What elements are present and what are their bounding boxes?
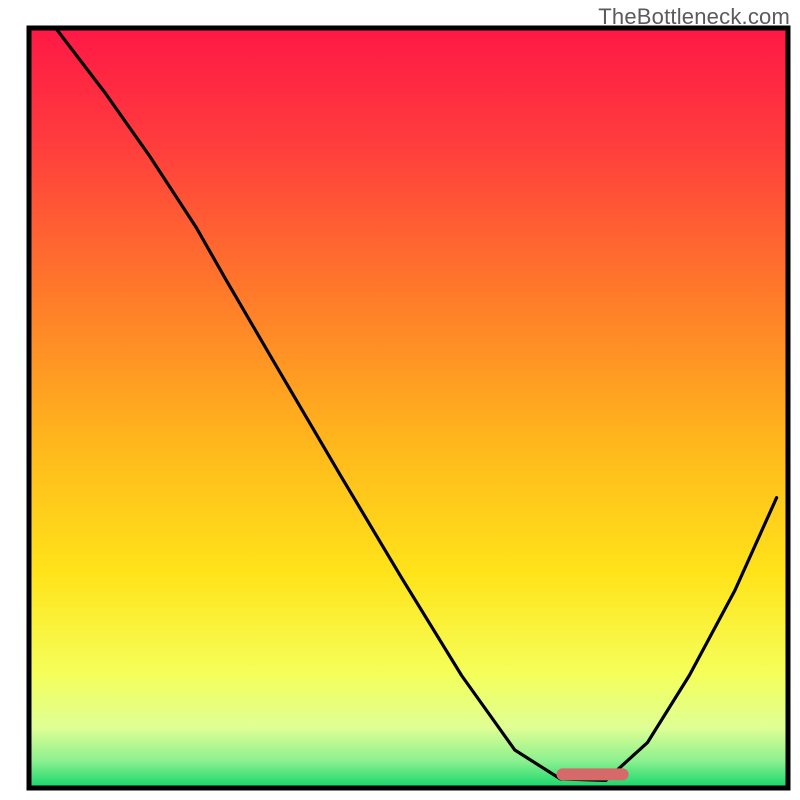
gradient-background — [29, 28, 788, 788]
watermark-text: TheBottleneck.com — [598, 4, 790, 30]
bottleneck-chart: TheBottleneck.com — [0, 0, 800, 800]
chart-svg — [0, 0, 800, 800]
optimal-marker — [557, 768, 629, 780]
